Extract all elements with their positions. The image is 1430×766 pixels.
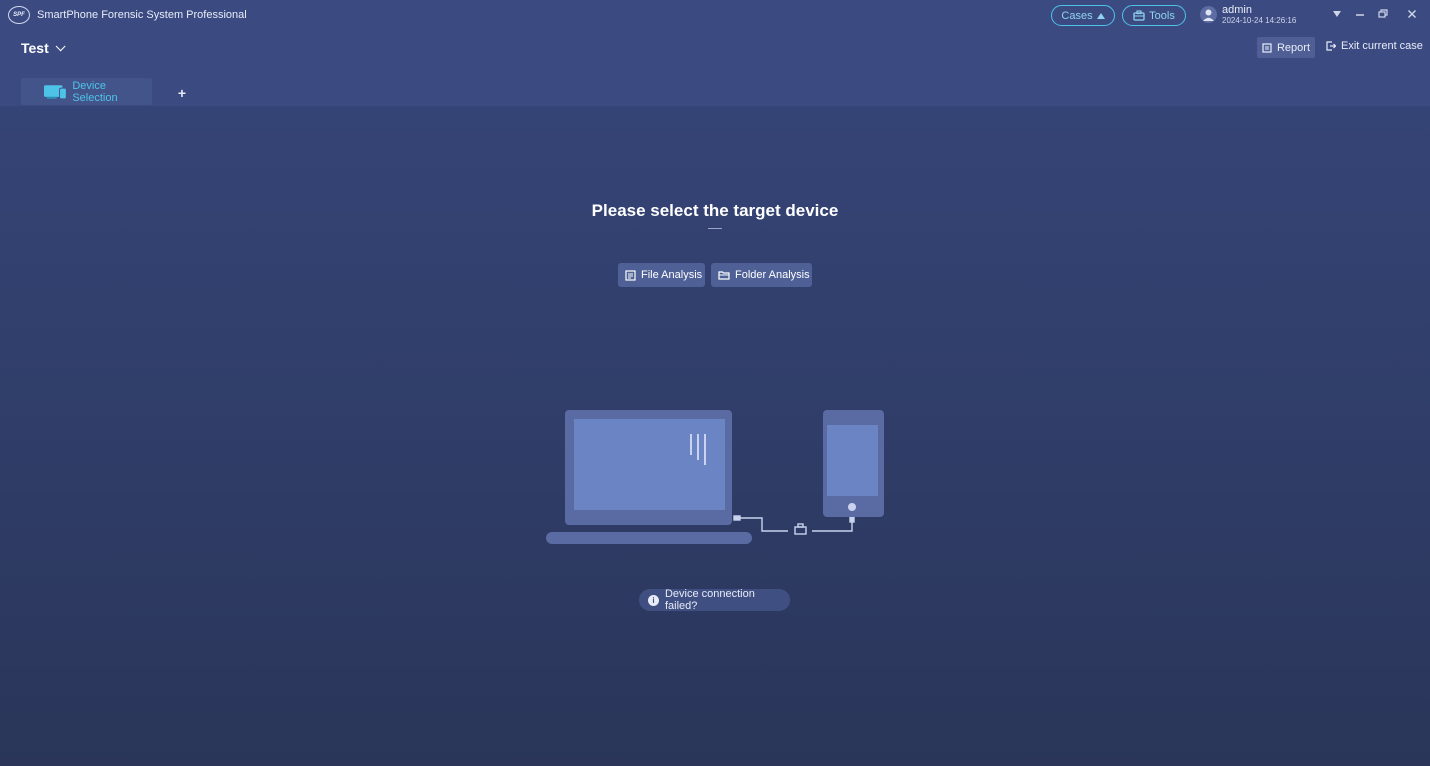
connection-failed-button[interactable]: i Device connection failed? — [639, 588, 790, 612]
info-icon: i — [648, 594, 659, 606]
login-time: 2024-10-24 14:26:16 — [1222, 16, 1297, 25]
tab-label: Device Selection — [72, 79, 118, 104]
connection-failed-label: Device connection failed? — [664, 588, 755, 612]
add-tab-icon[interactable]: + — [175, 85, 189, 101]
close-icon[interactable] — [1404, 6, 1420, 22]
app-logo-icon: SPF — [8, 6, 30, 24]
report-icon — [1262, 42, 1272, 53]
case-selector[interactable]: Test — [21, 40, 66, 56]
folder-analysis-label: Folder Analysis — [735, 269, 810, 281]
device-connection-illustration — [546, 410, 884, 544]
toolbox-icon — [1133, 10, 1145, 21]
exit-label: Exit current case — [1341, 40, 1423, 52]
user-name: admin — [1222, 4, 1252, 16]
title-bar: SPF SmartPhone Forensic System Professio… — [0, 0, 1430, 30]
report-label: Report — [1276, 41, 1311, 54]
tools-button[interactable]: Tools — [1122, 5, 1186, 26]
phone-icon — [823, 410, 884, 517]
cases-label: Cases — [1061, 9, 1093, 22]
restore-icon[interactable] — [1375, 6, 1391, 22]
file-analysis-label: File Analysis — [641, 269, 703, 281]
menu-dropdown-icon[interactable] — [1329, 6, 1345, 22]
minimize-icon[interactable] — [1352, 6, 1368, 22]
caret-up-icon — [1096, 12, 1105, 19]
page-title: Please select the target device — [591, 201, 839, 220]
tab-device-selection[interactable]: Device Selection — [21, 78, 152, 105]
tools-label: Tools — [1149, 9, 1175, 22]
laptop-icon — [546, 410, 752, 544]
folder-icon — [718, 271, 730, 280]
chevron-down-icon — [55, 40, 66, 51]
cases-button[interactable]: Cases — [1051, 5, 1115, 26]
device-tab-icon — [44, 84, 67, 99]
report-button[interactable]: Report — [1257, 37, 1315, 58]
user-avatar-icon[interactable] — [1200, 6, 1217, 23]
file-analysis-button[interactable]: File Analysis — [618, 263, 705, 287]
app-title: SmartPhone Forensic System Professional — [37, 9, 247, 21]
case-name: Test — [21, 40, 49, 56]
exit-icon — [1326, 41, 1336, 51]
file-icon — [625, 269, 636, 281]
exit-case-button[interactable]: Exit current case — [1326, 40, 1423, 52]
title-underline — [708, 228, 722, 229]
usb-cable-icon — [733, 515, 855, 535]
case-header: Test Report Exit current case Device Sel… — [0, 30, 1430, 106]
folder-analysis-button[interactable]: Folder Analysis — [711, 263, 812, 287]
app-logo-text: SPF — [13, 12, 25, 18]
